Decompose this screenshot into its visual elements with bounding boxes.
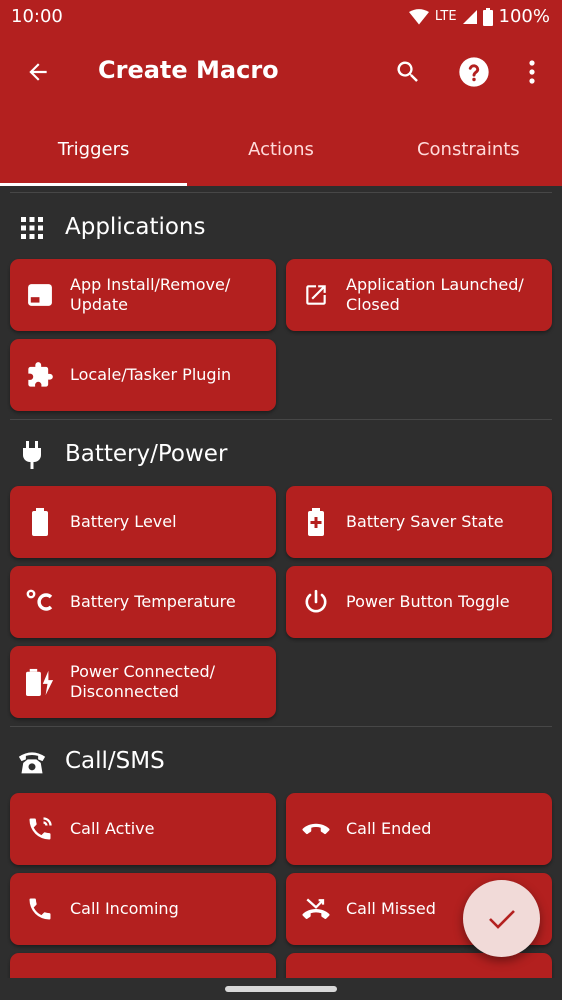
tab-triggers[interactable]: Triggers: [0, 112, 188, 186]
trigger-label: Application Launched/ Closed: [346, 275, 524, 314]
help-icon: [459, 57, 489, 87]
tab-actions[interactable]: Actions: [187, 112, 374, 186]
trigger-card-call-ended[interactable]: Call Ended: [286, 793, 552, 865]
trigger-card-application-launched[interactable]: Application Launched/ Closed: [286, 259, 552, 331]
overflow-menu-button[interactable]: [510, 50, 554, 94]
battery-charging-icon: [26, 668, 54, 696]
trigger-card-power-button[interactable]: Power Button Toggle: [286, 566, 552, 638]
open-in-new-icon: [302, 281, 330, 309]
tab-bar: Triggers Actions Constraints: [0, 112, 562, 186]
home-gesture-handle[interactable]: [225, 986, 337, 992]
trigger-card-app-install[interactable]: App Install/Remove/ Update: [10, 259, 276, 331]
battery-status-icon: [482, 7, 493, 26]
status-indicators: LTE 100%: [408, 6, 550, 27]
section-title: Call/SMS: [65, 748, 165, 774]
help-button[interactable]: [452, 50, 496, 94]
trigger-label: Call Incoming: [70, 899, 179, 918]
trigger-card-locale-plugin[interactable]: Locale/Tasker Plugin: [10, 339, 276, 411]
trigger-label: Power Connected/ Disconnected: [70, 662, 216, 701]
power-icon: [302, 588, 330, 616]
battery-plus-icon: [302, 508, 330, 536]
trigger-label: Call Active: [70, 819, 155, 838]
section-header-applications: Applications: [0, 192, 562, 262]
system-nav-bar: [0, 978, 562, 1000]
trigger-card-partial[interactable]: [286, 953, 552, 978]
puzzle-icon: [26, 361, 54, 389]
trigger-card-battery-level[interactable]: Battery Level: [10, 486, 276, 558]
trigger-list[interactable]: Applications App Install/Remove/ Update …: [0, 186, 562, 978]
trigger-card-call-incoming[interactable]: Call Incoming: [10, 873, 276, 945]
status-bar: 10:00 LTE 100%: [0, 0, 562, 34]
section-header-battery-power: Battery/Power: [0, 419, 562, 489]
app-bar: 10:00 LTE 100% Create Macro Triggers Act…: [0, 0, 562, 186]
celsius-icon: [26, 588, 54, 616]
network-type: LTE: [434, 9, 457, 24]
arrow-back-icon: [29, 63, 47, 81]
battery-percent: 100%: [498, 6, 550, 27]
trigger-card-call-active[interactable]: Call Active: [10, 793, 276, 865]
toolbar: Create Macro: [0, 34, 562, 110]
trigger-label: App Install/Remove/ Update: [70, 275, 231, 314]
search-button[interactable]: [386, 50, 430, 94]
status-time: 10:00: [11, 6, 63, 27]
power-plug-icon: [18, 441, 46, 469]
telephone-icon: [18, 748, 46, 776]
trigger-label: Locale/Tasker Plugin: [70, 365, 232, 384]
phone-in-talk-icon: [26, 815, 54, 843]
tab-constraints[interactable]: Constraints: [375, 112, 562, 186]
trigger-label: Power Button Toggle: [346, 592, 510, 611]
trigger-card-battery-temperature[interactable]: Battery Temperature: [10, 566, 276, 638]
call-missed-icon: [302, 895, 330, 923]
back-button[interactable]: [16, 50, 60, 94]
section-title: Battery/Power: [65, 441, 228, 467]
signal-icon: [462, 9, 477, 24]
apps-grid-icon: [18, 214, 46, 242]
check-icon: [488, 909, 515, 929]
section-title: Applications: [65, 214, 206, 240]
page-title: Create Macro: [98, 56, 279, 84]
confirm-fab[interactable]: [463, 880, 540, 957]
trigger-label: Call Ended: [346, 819, 432, 838]
phone-icon: [26, 895, 54, 923]
trigger-card-partial[interactable]: [10, 953, 276, 978]
wifi-icon: [408, 8, 429, 24]
trigger-card-battery-saver[interactable]: Battery Saver State: [286, 486, 552, 558]
app-window-icon: [26, 281, 54, 309]
search-icon: [397, 61, 418, 82]
trigger-label: Battery Temperature: [70, 592, 236, 611]
call-end-icon: [302, 815, 330, 843]
trigger-card-power-connected[interactable]: Power Connected/ Disconnected: [10, 646, 276, 718]
trigger-label: Battery Level: [70, 512, 177, 531]
section-header-call-sms: Call/SMS: [0, 726, 562, 796]
trigger-label: Battery Saver State: [346, 512, 504, 531]
more-vert-icon: [529, 60, 535, 84]
battery-icon: [26, 508, 54, 536]
